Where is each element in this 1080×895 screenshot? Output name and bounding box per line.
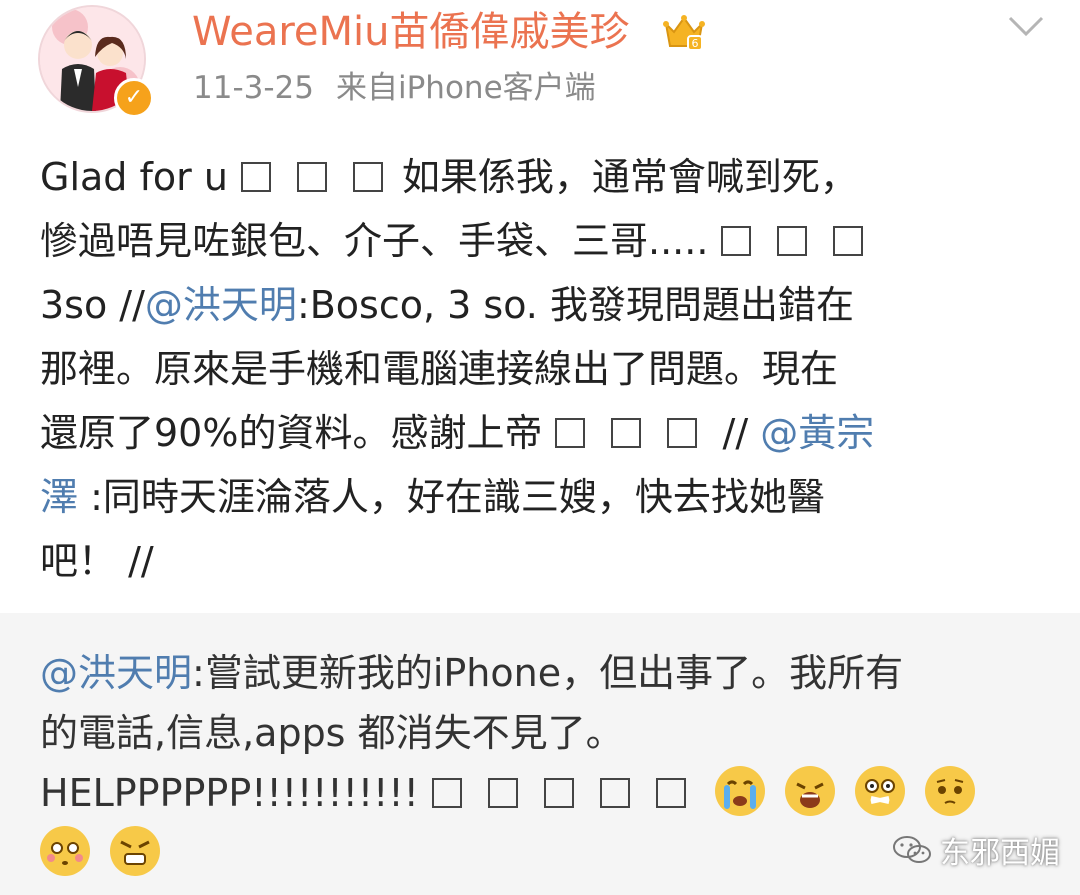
post-line-7: 吧！ // (40, 539, 154, 583)
watermark-text: 东邪西媚 (940, 836, 1060, 871)
pleading-face-icon (925, 766, 976, 816)
post-line-4: 那裡。原來是手機和電腦連接線出了問題。現在 (40, 347, 839, 391)
wechat-icon (893, 836, 931, 863)
crying-face-icon (714, 766, 765, 816)
missing-glyph-icon (721, 226, 752, 256)
missing-glyph-icon (555, 418, 586, 448)
post-header: ✓ WeareMiu苗僑偉戚美珍 6 11-3-25 来自iPhone客户端 (0, 0, 1080, 130)
post-body: Glad for u 如果係我，通常會喊到死， 慘過唔見咗銀包、介子、手袋、三哥.… (40, 145, 1050, 593)
wailing-face-icon (785, 766, 835, 816)
mention-link[interactable]: @洪天明 (145, 283, 297, 327)
watermark: 东邪西媚 (892, 828, 1060, 872)
svg-text:6: 6 (692, 37, 699, 50)
repost-line-2: 的電話,信息,apps 都消失不見了。 (40, 711, 624, 755)
post-line-3: 3so //@洪天明:Bosco, 3 so. 我發現問題出錯在 (40, 283, 854, 327)
missing-glyph-icon (777, 226, 808, 256)
chevron-down-icon[interactable] (1006, 14, 1046, 38)
mention-link[interactable]: @黃宗 (760, 411, 874, 455)
verified-badge-icon: ✓ (114, 78, 154, 118)
missing-glyph-icon (431, 778, 462, 808)
shocked-face-icon (855, 766, 906, 816)
vip-crown-icon: 6 (663, 15, 705, 51)
post-line-5: 還原了90%的資料。感謝上帝 // @黃宗 (40, 411, 875, 455)
missing-glyph-icon (611, 418, 642, 448)
missing-glyph-icon (833, 226, 864, 256)
post-source[interactable]: 来自iPhone客户端 (336, 70, 596, 106)
username[interactable]: WeareMiu苗僑偉戚美珍 (192, 8, 629, 56)
missing-glyph-icon (352, 162, 383, 192)
missing-glyph-icon (667, 418, 698, 448)
mention-link[interactable]: 澤 (40, 475, 78, 519)
missing-glyph-icon (240, 162, 271, 192)
missing-glyph-icon (296, 162, 327, 192)
missing-glyph-icon (487, 778, 518, 808)
post-line-1: Glad for u 如果係我，通常會喊到死， (40, 155, 858, 199)
missing-glyph-icon (655, 778, 686, 808)
mention-link[interactable]: @洪天明 (40, 651, 192, 695)
repost-line-1: @洪天明:嘗試更新我的iPhone，但出事了。我所有 (40, 651, 904, 695)
angry-face-icon (110, 826, 161, 876)
post-date: 11-3-25 (193, 70, 314, 106)
post-line-6: 澤 :同時天涯淪落人，好在識三嫂，快去找她醫 (40, 475, 825, 519)
missing-glyph-icon (543, 778, 574, 808)
post-line-2: 慘過唔見咗銀包、介子、手袋、三哥..... (40, 209, 1050, 273)
missing-glyph-icon (599, 778, 630, 808)
flushed-face-icon (40, 826, 90, 876)
post-meta: 11-3-25 来自iPhone客户端 (193, 68, 596, 108)
